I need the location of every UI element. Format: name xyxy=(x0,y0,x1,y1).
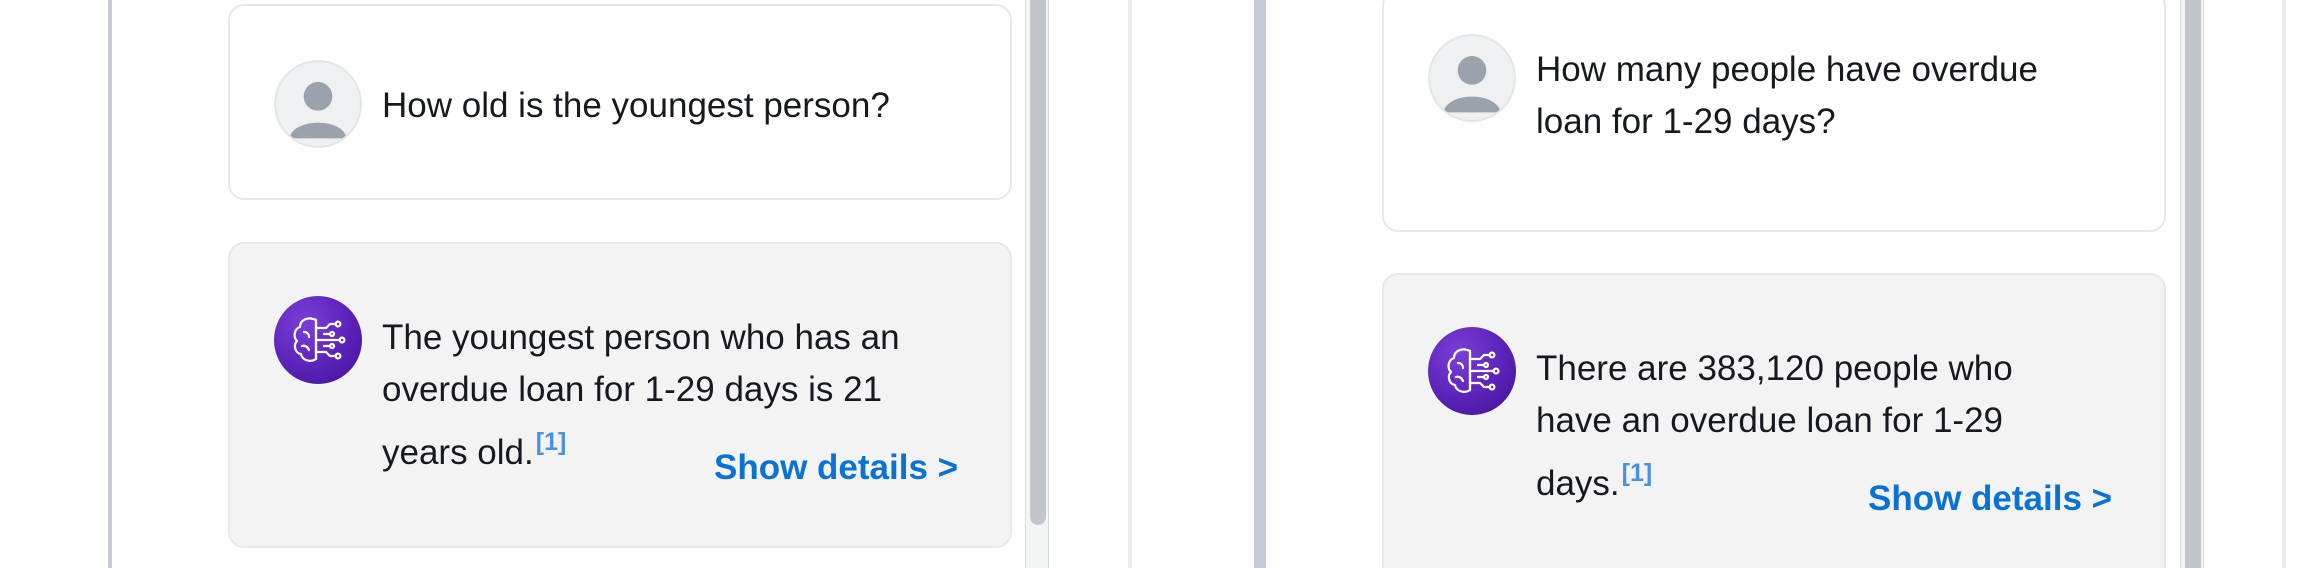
ai-brain-circuit-icon xyxy=(274,296,362,384)
assistant-message-bubble: The youngest person who has an overdue l… xyxy=(228,242,1012,548)
scrollbar-thumb[interactable] xyxy=(1030,0,1046,525)
scrollbar-left[interactable] xyxy=(1025,0,1049,568)
assistant-message-bubble: There are 383,120 people who have an ove… xyxy=(1382,273,2166,568)
user-avatar-icon xyxy=(1428,34,1516,122)
user-message-bubble: How old is the youngest person? xyxy=(228,4,1012,200)
panel-edge xyxy=(2274,0,2312,568)
user-question-text: How old is the youngest person? xyxy=(382,86,890,125)
show-details-button[interactable]: Show details > xyxy=(1868,479,2112,519)
scrollbar-thumb[interactable] xyxy=(2185,0,2201,568)
user-avatar-icon xyxy=(274,60,362,148)
citation-link[interactable]: [1] xyxy=(536,428,567,456)
scrollbar-right[interactable] xyxy=(2180,0,2204,568)
chat-comparison: How old is the youngest person? The youn… xyxy=(0,0,2312,568)
show-details-button[interactable]: Show details > xyxy=(714,448,958,488)
citation-link[interactable]: [1] xyxy=(1622,459,1653,487)
user-question-text: How many people have overdue loan for 1-… xyxy=(1536,50,2038,141)
ai-brain-circuit-icon xyxy=(1428,327,1516,415)
panel-divider xyxy=(1120,0,1262,568)
user-message-bubble: How many people have overdue loan for 1-… xyxy=(1382,0,2166,232)
